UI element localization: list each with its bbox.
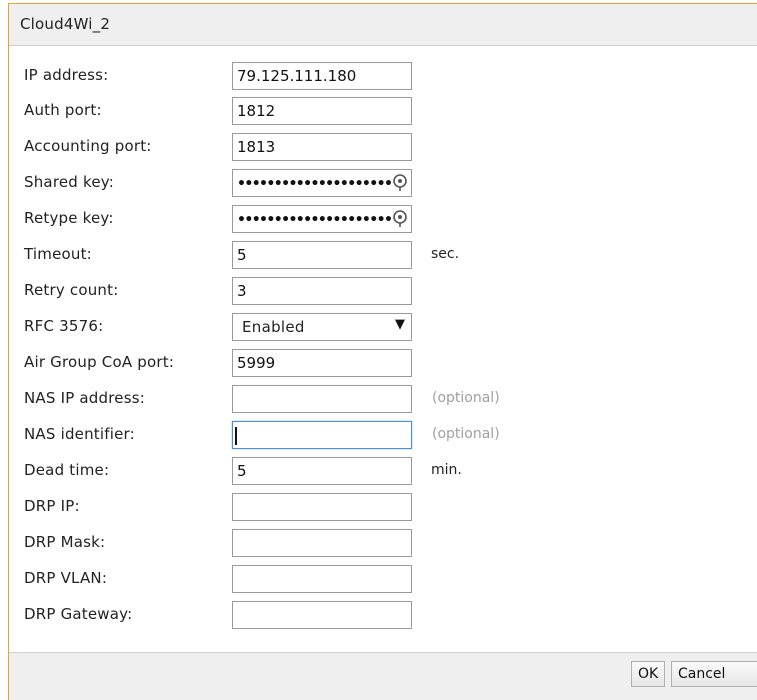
row-nas-identifier: NAS identifier: (optional) [9,417,757,453]
dead-time-unit: min. [431,462,462,478]
row-drp-ip: DRP IP: [9,489,757,525]
drp-gateway-label: DRP Gateway: [24,605,133,623]
row-ip-address: IP address: 79.125.111.180 [9,58,757,94]
rfc3576-label: RFC 3576: [24,317,104,335]
shared-key-label: Shared key: [24,173,114,191]
dialog-titlebar: Cloud4Wi_2 [9,4,757,46]
row-drp-mask: DRP Mask: [9,525,757,561]
dead-time-label: Dead time: [24,461,110,479]
dropdown-arrow-icon: ▼ [395,317,405,332]
nas-ip-address-label: NAS IP address: [24,389,145,407]
row-air-group-coa-port: Air Group CoA port: 5999 [9,345,757,381]
row-retype-key: Retype key: ••••••••••••••••••••• [9,201,757,237]
drp-vlan-label: DRP VLAN: [24,569,108,587]
shared-key-mask: ••••••••••••••••••••• [237,176,393,192]
reveal-password-icon[interactable] [391,208,409,228]
drp-mask-input[interactable] [232,529,412,557]
row-nas-ip-address: NAS IP address: (optional) [9,381,757,417]
row-retry-count: Retry count: 3 [9,273,757,309]
shared-key-input[interactable]: ••••••••••••••••••••• [232,169,412,197]
rfc3576-select[interactable]: Enabled ▼ [232,313,412,341]
row-auth-port: Auth port: 1812 [9,93,757,129]
row-shared-key: Shared key: ••••••••••••••••••••• [9,165,757,201]
text-caret [235,426,237,445]
reveal-password-icon[interactable] [391,172,409,192]
cancel-button[interactable]: Cancel [671,661,757,687]
row-timeout: Timeout: 5 sec. [9,237,757,273]
auth-port-input[interactable]: 1812 [232,97,412,125]
auth-port-label: Auth port: [24,101,102,119]
ip-address-label: IP address: [24,66,109,84]
nas-identifier-label: NAS identifier: [24,425,135,443]
drp-mask-label: DRP Mask: [24,533,106,551]
row-drp-vlan: DRP VLAN: [9,561,757,597]
air-group-coa-port-input[interactable]: 5999 [232,349,412,377]
timeout-unit: sec. [431,246,460,262]
drp-ip-input[interactable] [232,493,412,521]
drp-vlan-input[interactable] [232,565,412,593]
dialog-title: Cloud4Wi_2 [20,15,111,33]
retype-key-mask: ••••••••••••••••••••• [237,212,393,228]
retry-count-label: Retry count: [24,281,119,299]
nas-ip-address-input[interactable] [232,385,412,413]
dialog-footer: OK Cancel [9,652,757,700]
timeout-input[interactable]: 5 [232,241,412,269]
ip-address-input[interactable]: 79.125.111.180 [232,62,412,90]
row-dead-time: Dead time: 5 min. [9,453,757,489]
server-config-dialog: Cloud4Wi_2 IP address: 79.125.111.180 Au… [8,3,757,700]
rfc3576-selected-value: Enabled [242,318,305,336]
nas-ip-address-hint: (optional) [432,390,500,406]
accounting-port-label: Accounting port: [24,137,152,155]
ok-button[interactable]: OK [631,661,665,687]
accounting-port-input[interactable]: 1813 [232,133,412,161]
air-group-coa-port-label: Air Group CoA port: [24,353,175,371]
drp-gateway-input[interactable] [232,601,412,629]
nas-identifier-input[interactable] [232,421,412,449]
row-accounting-port: Accounting port: 1813 [9,129,757,165]
retype-key-input[interactable]: ••••••••••••••••••••• [232,205,412,233]
row-rfc3576: RFC 3576: Enabled ▼ [9,309,757,345]
dead-time-input[interactable]: 5 [232,457,412,485]
timeout-label: Timeout: [24,245,92,263]
drp-ip-label: DRP IP: [24,497,80,515]
row-drp-gateway: DRP Gateway: [9,597,757,633]
retype-key-label: Retype key: [24,209,114,227]
retry-count-input[interactable]: 3 [232,277,412,305]
nas-identifier-hint: (optional) [432,426,500,442]
